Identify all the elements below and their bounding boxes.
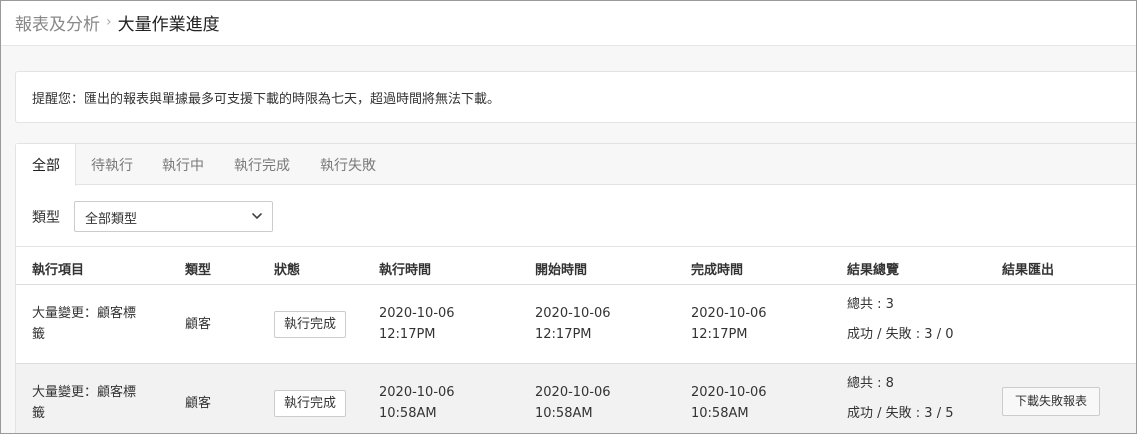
- job-item-cell: 大量變更：顧客標 籤: [32, 382, 160, 424]
- done-time-cell: 2020-10-06 12:17PM: [691, 303, 767, 345]
- tab-failed[interactable]: 執行失敗: [320, 144, 376, 185]
- download-failed-report-button[interactable]: 下載失敗報表: [1002, 387, 1101, 416]
- start-clock: 10:58AM: [535, 406, 593, 421]
- result-success-fail: 成功 / 失敗 : 3 / 0: [847, 327, 954, 342]
- exec-time-cell: 2020-10-06 12:17PM: [379, 303, 455, 345]
- breadcrumb-parent-link[interactable]: 報表及分析: [15, 10, 100, 35]
- notice-text: 提醒您：匯出的報表與單據最多可支援下載的時限為七天，超過時間將無法下載。: [32, 92, 501, 107]
- app-window: 報表及分析 › 大量作業進度 提醒您：匯出的報表與單據最多可支援下載的時限為七天…: [0, 0, 1137, 434]
- job-item-cell: 大量變更：顧客標 籤: [32, 303, 160, 345]
- exec-time-cell: 2020-10-06 10:58AM: [379, 382, 455, 424]
- status-badge: 執行完成: [274, 311, 347, 338]
- done-clock: 10:58AM: [691, 406, 749, 421]
- done-date: 2020-10-06: [691, 385, 767, 400]
- type-filter-label: 類型: [32, 210, 60, 226]
- job-item-line: 大量變更：顧客標: [32, 306, 137, 321]
- tab-completed[interactable]: 執行完成: [234, 144, 290, 185]
- notice-banner: 提醒您：匯出的報表與單據最多可支援下載的時限為七天，超過時間將無法下載。: [15, 71, 1136, 123]
- start-date: 2020-10-06: [535, 385, 611, 400]
- start-time-cell: 2020-10-06 10:58AM: [535, 382, 611, 424]
- status-badge: 執行完成: [274, 390, 347, 417]
- table-row: 大量變更：顧客標 籤 顧客 執行完成 2020-10-06 10:58AM 20…: [16, 364, 1136, 433]
- start-clock: 12:17PM: [535, 327, 592, 342]
- tab-pending[interactable]: 待執行: [91, 144, 133, 185]
- page-header: 報表及分析 › 大量作業進度: [1, 1, 1136, 46]
- breadcrumb: 報表及分析 › 大量作業進度: [15, 10, 220, 35]
- type-filter-value: 全部類型: [85, 212, 138, 227]
- type-filter-select[interactable]: 全部類型: [74, 201, 273, 232]
- job-type-cell: 顧客: [185, 396, 212, 411]
- job-item-line: 籤: [32, 327, 46, 342]
- col-header-type: 類型: [185, 263, 212, 278]
- exec-date: 2020-10-06: [379, 306, 455, 321]
- status-tabs: 全部 待執行 執行中 執行完成 執行失敗: [16, 144, 1136, 186]
- table-header: 執行項目 類型 狀態 執行時間 開始時間 完成時間 結果總覽 結果匯出: [16, 246, 1136, 285]
- col-header-exec-time: 執行時間: [379, 263, 432, 278]
- result-success-fail: 成功 / 失敗 : 3 / 5: [847, 406, 954, 421]
- done-date: 2020-10-06: [691, 306, 767, 321]
- breadcrumb-separator-icon: ›: [106, 14, 112, 30]
- start-date: 2020-10-06: [535, 306, 611, 321]
- col-header-result-export: 結果匯出: [1002, 263, 1055, 278]
- exec-clock: 12:17PM: [379, 327, 436, 342]
- col-header-result-summary: 結果總覽: [847, 263, 900, 278]
- col-header-start-time: 開始時間: [535, 263, 588, 278]
- tab-running[interactable]: 執行中: [162, 144, 204, 185]
- result-total: 總共 : 3: [847, 297, 894, 312]
- result-total: 總共 : 8: [847, 376, 894, 391]
- start-time-cell: 2020-10-06 12:17PM: [535, 303, 611, 345]
- job-type-cell: 顧客: [185, 317, 212, 332]
- chevron-down-icon: [252, 213, 262, 219]
- col-header-status: 狀態: [274, 263, 301, 278]
- done-time-cell: 2020-10-06 10:58AM: [691, 382, 767, 424]
- col-header-done-time: 完成時間: [691, 263, 744, 278]
- job-item-line: 大量變更：顧客標: [32, 385, 137, 400]
- page-title: 大量作業進度: [117, 14, 220, 35]
- job-item-line: 籤: [32, 406, 46, 421]
- job-progress-panel: 全部 待執行 執行中 執行完成 執行失敗 類型 全部類型 執行項目 類型 狀態 …: [15, 143, 1136, 433]
- tab-all[interactable]: 全部: [16, 144, 76, 186]
- exec-clock: 10:58AM: [379, 406, 437, 421]
- col-header-item: 執行項目: [32, 263, 85, 278]
- done-clock: 12:17PM: [691, 327, 748, 342]
- table-row: 大量變更：顧客標 籤 顧客 執行完成 2020-10-06 12:17PM 20…: [16, 285, 1136, 364]
- exec-date: 2020-10-06: [379, 385, 455, 400]
